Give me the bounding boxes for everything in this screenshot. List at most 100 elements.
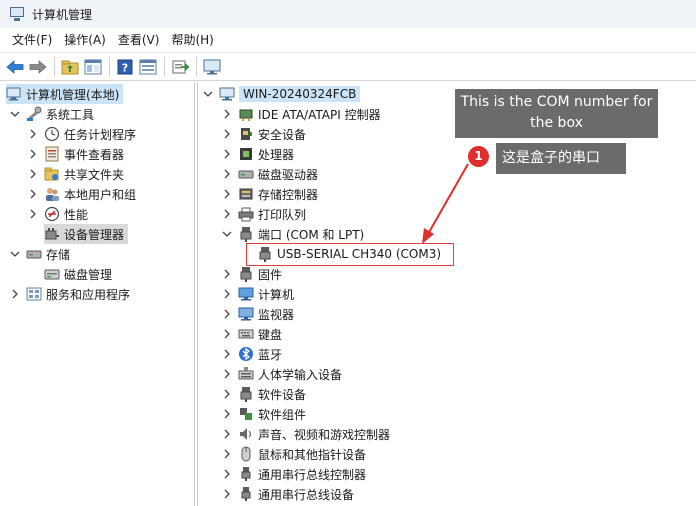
device-category-storage-controllers[interactable]: 存储控制器 — [221, 184, 318, 204]
storage-icon — [26, 246, 42, 262]
chevron-right-icon[interactable] — [27, 208, 39, 220]
tree-item-local-users-groups[interactable]: 本地用户和组 — [27, 184, 136, 204]
device-category-software-devices[interactable]: 软件设备 — [221, 384, 306, 404]
device-tree-root-label: WIN-20240324FCB — [239, 86, 361, 102]
chevron-right-icon[interactable] — [27, 128, 39, 140]
chevron-right-icon[interactable] — [221, 108, 233, 120]
tree-item-computer-management-local[interactable]: 计算机管理(本地) — [6, 84, 124, 104]
tree-item-performance[interactable]: 性能 — [27, 204, 88, 224]
tree-item-services-apps[interactable]: 服务和应用程序 — [9, 284, 130, 304]
device-category-print-queues[interactable]: 打印队列 — [221, 204, 306, 224]
toolbar-separator — [54, 56, 55, 77]
device-category-computer[interactable]: 计算机 — [221, 284, 294, 304]
chevron-right-icon[interactable] — [221, 308, 233, 320]
export-icon[interactable] — [169, 56, 191, 78]
chevron-right-icon[interactable] — [221, 348, 233, 360]
device-tree-root[interactable]: WIN-20240324FCB — [202, 84, 361, 104]
chevron-right-icon[interactable] — [221, 368, 233, 380]
svg-text:?: ? — [122, 61, 128, 74]
tree-item-label: 共享文件夹 — [64, 167, 125, 182]
device-category-disk-drives[interactable]: 磁盘驱动器 — [221, 164, 318, 184]
port-icon — [238, 226, 254, 242]
shared-folder-icon — [44, 166, 60, 182]
event-log-icon — [44, 146, 60, 162]
device-category-monitors[interactable]: 监视器 — [221, 304, 294, 324]
chevron-down-icon[interactable] — [202, 88, 214, 100]
chevron-down-icon[interactable] — [9, 108, 21, 120]
device-category-processor[interactable]: 处理器 — [221, 144, 294, 164]
chevron-right-icon[interactable] — [221, 488, 233, 500]
menu-file[interactable]: 文件(F) — [6, 29, 58, 51]
monitor-icon[interactable] — [201, 56, 223, 78]
device-category-label: 磁盘驱动器 — [258, 167, 319, 182]
tree-item-label: 系统工具 — [46, 107, 95, 122]
tree-item-event-viewer[interactable]: 事件查看器 — [27, 144, 124, 164]
usb-icon — [238, 486, 254, 502]
device-category-hid[interactable]: 人体学输入设备 — [221, 364, 342, 384]
chevron-right-icon[interactable] — [221, 128, 233, 140]
device-category-ide[interactable]: IDE ATA/ATAPI 控制器 — [221, 104, 381, 124]
chevron-down-icon[interactable] — [9, 248, 21, 260]
chevron-right-icon[interactable] — [221, 388, 233, 400]
storage-controller-icon — [238, 186, 254, 202]
device-category-security[interactable]: 安全设备 — [221, 124, 306, 144]
tree-item-system-tools[interactable]: 系统工具 — [9, 104, 94, 124]
chevron-right-icon[interactable] — [221, 448, 233, 460]
tree-item-disk-management[interactable]: 磁盘管理 — [44, 264, 112, 284]
menu-action[interactable]: 操作(A) — [58, 29, 112, 51]
device-category-usb-controllers[interactable]: 通用串行总线控制器 — [221, 464, 366, 484]
chevron-right-icon[interactable] — [27, 168, 39, 180]
computer-icon — [219, 86, 235, 102]
chevron-down-icon[interactable] — [221, 228, 233, 240]
chevron-right-icon[interactable] — [221, 188, 233, 200]
tree-item-label: 事件查看器 — [64, 147, 125, 162]
tree-item-label: 计算机管理(本地) — [26, 87, 120, 102]
folder-up-icon[interactable] — [59, 56, 81, 78]
device-category-ports[interactable]: 端口 (COM 和 LPT) — [221, 224, 364, 244]
chevron-right-icon[interactable] — [9, 288, 21, 300]
chevron-right-icon[interactable] — [27, 188, 39, 200]
device-category-software-components[interactable]: 软件组件 — [221, 404, 306, 424]
clock-icon — [44, 126, 60, 142]
tree-item-task-scheduler[interactable]: 任务计划程序 — [27, 124, 136, 144]
computer-icon — [238, 286, 254, 302]
device-category-mice[interactable]: 鼠标和其他指针设备 — [221, 444, 366, 464]
chevron-right-icon[interactable] — [221, 468, 233, 480]
tree-item-label: 服务和应用程序 — [46, 287, 131, 302]
chevron-right-icon[interactable] — [221, 268, 233, 280]
chevron-right-icon[interactable] — [221, 428, 233, 440]
device-category-label: 软件设备 — [258, 387, 307, 402]
chevron-right-icon[interactable] — [221, 168, 233, 180]
forward-arrow-icon[interactable] — [27, 56, 49, 78]
tree-item-shared-folders[interactable]: 共享文件夹 — [27, 164, 124, 184]
step-number-badge: 1 — [468, 146, 489, 167]
device-category-firmware[interactable]: 固件 — [221, 264, 282, 284]
chevron-right-icon[interactable] — [221, 148, 233, 160]
device-category-usb-devices[interactable]: 通用串行总线设备 — [221, 484, 354, 504]
menu-view[interactable]: 查看(V) — [112, 29, 166, 51]
device-category-keyboards[interactable]: 键盘 — [221, 324, 282, 344]
chevron-right-icon[interactable] — [221, 208, 233, 220]
chevron-right-icon[interactable] — [221, 288, 233, 300]
properties-icon[interactable] — [137, 56, 159, 78]
chevron-right-icon[interactable] — [221, 328, 233, 340]
processor-icon — [238, 146, 254, 162]
menu-help[interactable]: 帮助(H) — [165, 29, 219, 51]
back-arrow-icon[interactable] — [4, 56, 26, 78]
help-icon[interactable]: ? — [114, 56, 136, 78]
tree-item-storage[interactable]: 存储 — [9, 244, 70, 264]
device-category-bluetooth[interactable]: 蓝牙 — [221, 344, 282, 364]
device-category-sound-video[interactable]: 声音、视频和游戏控制器 — [221, 424, 390, 444]
software-component-icon — [238, 406, 254, 422]
show-hide-tree-icon[interactable] — [82, 56, 104, 78]
chevron-right-icon[interactable] — [221, 408, 233, 420]
chevron-right-icon[interactable] — [27, 148, 39, 160]
printer-icon — [238, 206, 254, 222]
toolbar-separator — [164, 56, 165, 77]
usb-icon — [238, 466, 254, 482]
window-title: 计算机管理 — [32, 7, 93, 22]
computer-management-icon — [9, 6, 25, 22]
tree-item-device-manager[interactable]: 设备管理器 — [44, 224, 129, 244]
annotation-arrow — [422, 163, 469, 244]
tools-icon — [26, 106, 42, 122]
